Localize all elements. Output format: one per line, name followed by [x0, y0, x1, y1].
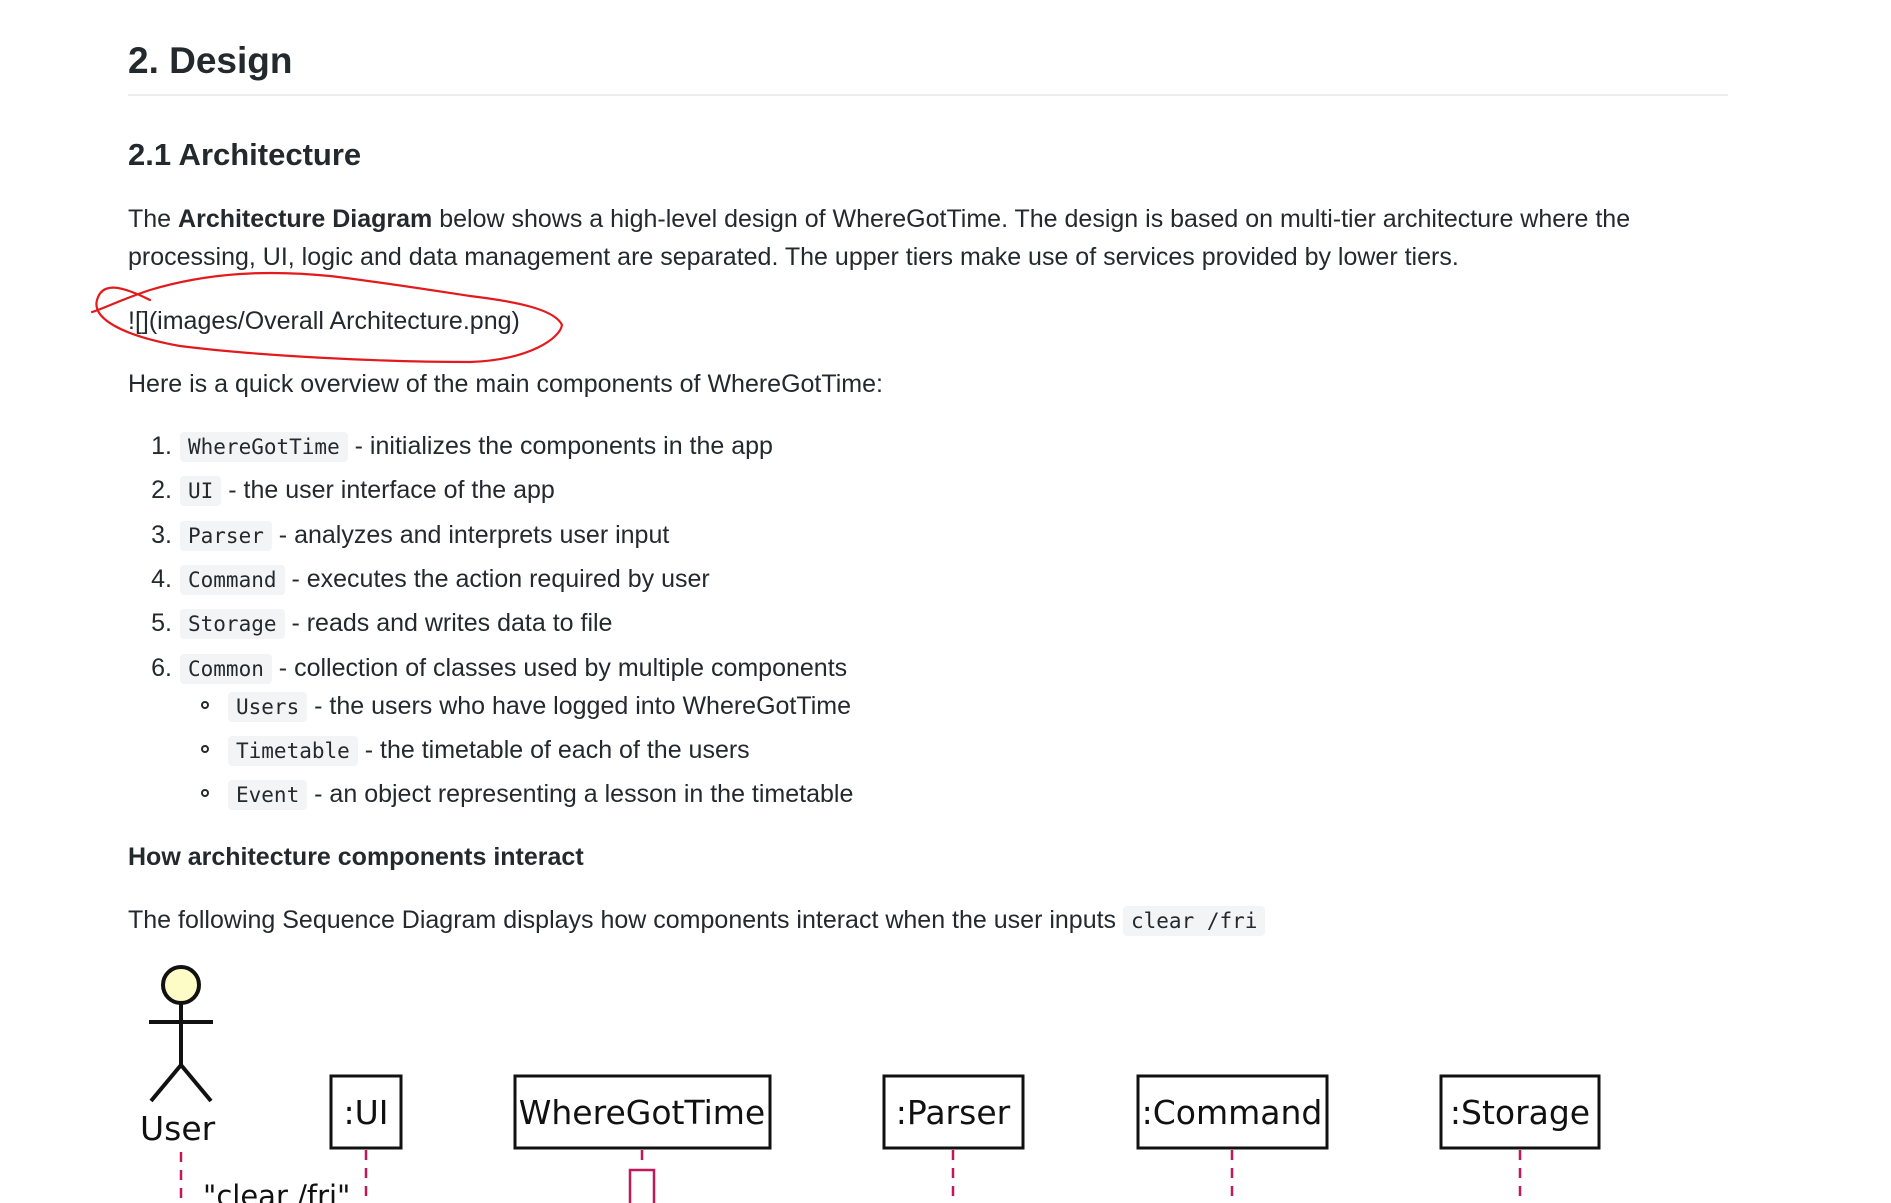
svg-text::Parser: :Parser — [896, 1093, 1011, 1132]
actor-head-icon — [161, 965, 201, 1005]
participant-command: :Command — [1136, 1074, 1329, 1150]
actor-label: User — [140, 1109, 216, 1148]
svg-text::UI: :UI — [343, 1093, 388, 1132]
message-label: "clear /fri" — [203, 1179, 350, 1203]
participant-parser: :Parser — [882, 1074, 1025, 1150]
svg-text::Command: :Command — [1142, 1093, 1323, 1132]
lifelines — [179, 1150, 1522, 1203]
participant-wheregottime: WhereGotTime — [513, 1074, 772, 1150]
svg-text::Storage: :Storage — [1450, 1093, 1590, 1132]
actor-user: User — [140, 965, 216, 1148]
participant-ui: :UI — [329, 1074, 403, 1150]
participant-storage: :Storage — [1439, 1074, 1601, 1150]
sequence-diagram: User :UI WhereGotTime :Parser :Command :… — [140, 965, 1601, 1203]
svg-text:WhereGotTime: WhereGotTime — [519, 1093, 765, 1132]
activation-box — [628, 1168, 656, 1203]
